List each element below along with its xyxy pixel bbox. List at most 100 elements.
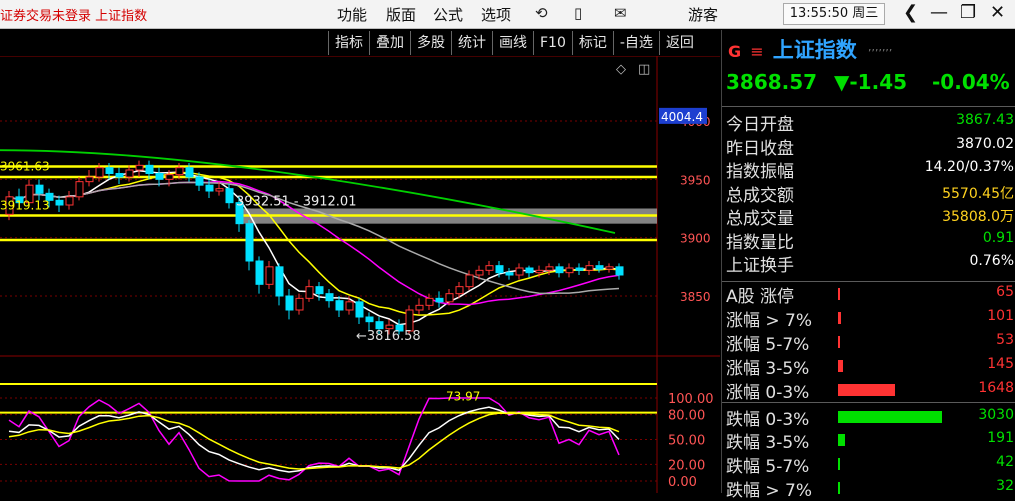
candle-body xyxy=(35,184,44,194)
breadth-bar xyxy=(838,359,843,372)
kdj-d-line xyxy=(8,412,620,470)
candle-body xyxy=(375,321,384,330)
stat-value: 3867.43 xyxy=(956,112,1014,128)
breadth-row[interactable]: A股 涨停 65 xyxy=(722,282,1015,307)
candle-body xyxy=(155,173,164,180)
phone-icon[interactable]: ▯ xyxy=(574,4,582,22)
candle-body xyxy=(365,316,374,323)
breadth-row[interactable]: 涨幅 > 7% 101 xyxy=(722,306,1015,331)
candle-body xyxy=(355,301,364,318)
candle-body xyxy=(325,293,334,302)
candle-body xyxy=(545,266,554,271)
stat-label: 总成交额 xyxy=(726,185,794,206)
breadth-label: 涨幅 3-5% xyxy=(726,358,810,379)
breadth-label: 跌幅 0-3% xyxy=(726,409,810,430)
candle-body xyxy=(515,267,524,276)
candle-body xyxy=(505,272,514,276)
stat-row: 指数量比 0.91 xyxy=(722,228,1015,253)
close-icon[interactable]: ✕ xyxy=(990,2,1005,23)
toolbar-mark-button[interactable]: 标记 xyxy=(571,31,613,55)
candle-body xyxy=(85,176,94,183)
candle-body xyxy=(605,266,614,270)
candle-body xyxy=(165,174,174,180)
guest-user-label[interactable]: 游客 xyxy=(688,4,718,25)
menu-options[interactable]: 选项 xyxy=(481,4,511,25)
candle-body xyxy=(495,265,504,274)
candle-body xyxy=(95,167,104,178)
chart-toolbar: 指标 叠加 多股 统计 画线 F10 标记 -自选 返回 xyxy=(328,31,700,55)
menu-function[interactable]: 功能 xyxy=(337,4,367,25)
candle-body xyxy=(285,295,294,311)
indicator-axis-label: 0.00 xyxy=(668,475,697,490)
candle-body xyxy=(245,223,254,262)
toolbar-back-button[interactable]: 返回 xyxy=(658,31,700,55)
candle-body xyxy=(185,167,194,178)
candle-body xyxy=(535,269,544,274)
toolbar-statistics-button[interactable]: 统计 xyxy=(451,31,492,55)
annotation-range: 3932.51 - 3912.01 xyxy=(236,195,356,210)
toolbar-multi-stock-button[interactable]: 多股 xyxy=(410,31,451,55)
menu-icon[interactable]: ≡ xyxy=(750,42,763,61)
breadth-value: 32 xyxy=(996,478,1014,495)
price-axis-label: 3900 xyxy=(680,232,711,246)
panel-header: G ≡ 上证指数 ʼʼʼʼʼʼʼ xyxy=(728,34,892,64)
candle-body xyxy=(575,267,584,271)
breadth-label: 跌幅 3-5% xyxy=(726,433,810,454)
menu-layout[interactable]: 版面 xyxy=(386,4,416,25)
clock-display: 13:55:50 周三 xyxy=(783,3,885,25)
indicator-axis-label: 80.00 xyxy=(668,409,705,424)
price-change-pct: -0.04% xyxy=(932,70,1010,94)
toolbar-f10-button[interactable]: F10 xyxy=(533,31,572,55)
breadth-row[interactable]: 涨幅 5-7% 53 xyxy=(722,330,1015,355)
minimize-icon[interactable]: — xyxy=(930,2,948,23)
g-badge[interactable]: G xyxy=(728,42,741,61)
candle-body xyxy=(475,269,484,276)
mail-icon[interactable]: ✉ xyxy=(614,4,627,22)
breadth-row[interactable]: 跌幅 3-5% 191 xyxy=(722,428,1015,454)
price-axis-label: 3950 xyxy=(680,173,711,187)
kline-chart[interactable]: 40003950390038504004.4100.0080.0050.0020… xyxy=(0,56,720,493)
candle-body xyxy=(295,297,304,311)
candle-body xyxy=(435,297,444,303)
app-title: 证券交易未登录 上证指数 xyxy=(0,9,148,24)
breadth-row[interactable]: 涨幅 0-3% 1648 xyxy=(722,378,1015,403)
index-title: 上证指数 xyxy=(772,38,857,62)
candle-body xyxy=(115,173,124,178)
candle-body xyxy=(585,265,594,271)
breadth-row[interactable]: 跌幅 5-7% 42 xyxy=(722,452,1015,477)
candle-body xyxy=(335,300,344,311)
toolbar-draw-line-button[interactable]: 画线 xyxy=(492,31,533,55)
candle-body xyxy=(465,274,474,288)
toolbar-remove-watchlist-button[interactable]: -自选 xyxy=(612,31,659,55)
candle-body xyxy=(445,293,454,303)
breadth-row[interactable]: 跌幅 0-3% 3030 xyxy=(722,405,1015,430)
breadth-bar xyxy=(838,458,840,471)
breadth-row[interactable]: 涨幅 3-5% 145 xyxy=(722,354,1015,379)
stat-value: 0.76% xyxy=(969,253,1014,269)
stat-label: 上证换手 xyxy=(726,256,794,276)
candle-body xyxy=(205,184,214,192)
index-subtitle: ʼʼʼʼʼʼʼ xyxy=(867,47,893,60)
breadth-label: 涨幅 5-7% xyxy=(726,334,810,355)
diamond-icon[interactable]: ◇ xyxy=(616,62,626,77)
candle-body xyxy=(455,286,464,295)
current-price-label: 4004.4 xyxy=(661,110,703,124)
indicator-axis-label: 50.00 xyxy=(668,434,705,449)
panel-toggle-icon[interactable]: ◫ xyxy=(638,62,650,77)
back-arrow-icon[interactable]: ❮ xyxy=(903,2,918,23)
indicator-axis-label: 20.00 xyxy=(668,458,705,473)
candle-body xyxy=(525,267,534,274)
restore-icon[interactable]: ❐ xyxy=(960,2,976,23)
refresh-icon[interactable]: ⟲ xyxy=(535,4,548,22)
stat-row: 总成交额 5570.45亿 xyxy=(722,181,1015,206)
menu-formula[interactable]: 公式 xyxy=(433,4,463,25)
breadth-bar xyxy=(838,383,895,396)
annotation-period-low: ←3816.58 xyxy=(356,329,421,344)
toolbar-indicator-button[interactable]: 指标 xyxy=(328,31,369,55)
candle-body xyxy=(215,188,224,192)
breadth-row[interactable]: 跌幅 > 7% 32 xyxy=(722,476,1015,501)
stat-label: 昨日收盘 xyxy=(726,138,794,159)
candle-body xyxy=(195,176,204,186)
candle-body xyxy=(75,181,84,198)
toolbar-overlay-button[interactable]: 叠加 xyxy=(369,31,410,55)
